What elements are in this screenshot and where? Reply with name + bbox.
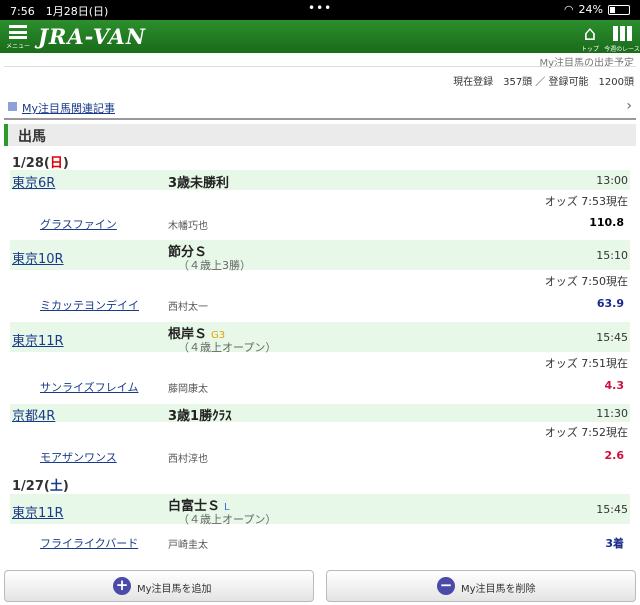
horse-link[interactable]: モアザンワンス bbox=[40, 449, 117, 465]
remove-favorite-label: My注目馬を削除 bbox=[461, 584, 536, 595]
race-venue-link[interactable]: 東京11R bbox=[12, 330, 64, 349]
add-favorite-label: My注目馬を追加 bbox=[137, 584, 212, 595]
square-icon bbox=[8, 102, 17, 111]
jra-van-logo[interactable]: JRA-VAN bbox=[38, 24, 146, 49]
odds-value: 4.3 bbox=[604, 379, 625, 392]
odds-value: 63.9 bbox=[596, 297, 624, 310]
race-time: 15:45 bbox=[596, 331, 628, 344]
columns-icon bbox=[604, 22, 640, 44]
race-row: 東京11R 白富士Ｓ L （４歳上オープン） 15:45 bbox=[10, 494, 630, 526]
race-name: 3歳1勝ｸﾗｽ bbox=[168, 409, 232, 424]
race-venue-link[interactable]: 東京10R bbox=[12, 248, 64, 267]
jockey-name: 木幡巧也 bbox=[168, 221, 208, 232]
race-time: 15:45 bbox=[596, 503, 628, 516]
status-right: ◠ 24% bbox=[564, 3, 630, 16]
app-header: メニュー JRA-VAN ⌂ トップ 今週のレース bbox=[0, 20, 640, 53]
related-articles-label: My注目馬関連記事 bbox=[22, 102, 115, 115]
hamburger-icon bbox=[9, 25, 27, 39]
horse-link[interactable]: グラスファイン bbox=[40, 216, 117, 232]
section-header: 出馬 bbox=[4, 124, 636, 146]
section-title: 出馬 bbox=[18, 129, 46, 145]
race-time: 11:30 bbox=[596, 407, 628, 420]
race-condition: （４歳上3勝） bbox=[178, 259, 251, 272]
odds-timestamp: オッズ 7:52現在 bbox=[544, 426, 628, 439]
weekly-races-button[interactable]: 今週のレース bbox=[604, 22, 640, 53]
race-row: 東京10R 節分Ｓ （４歳上3勝） 15:10 bbox=[10, 240, 630, 272]
minus-icon: − bbox=[437, 577, 455, 595]
odds-timestamp: オッズ 7:50現在 bbox=[544, 275, 628, 288]
jockey-name: 西村太一 bbox=[168, 302, 208, 313]
race-date: 1/27(土) bbox=[12, 479, 69, 494]
add-favorite-horse-button[interactable]: + My注目馬を追加 bbox=[4, 570, 314, 602]
race-row: 京都4R 3歳1勝ｸﾗｽ 11:30 bbox=[10, 404, 630, 424]
race-name: 3歳未勝利 bbox=[168, 176, 230, 191]
related-articles-link[interactable]: My注目馬関連記事 › bbox=[4, 96, 636, 120]
odds-value: 110.8 bbox=[589, 216, 624, 229]
jockey-name: 藤岡康太 bbox=[168, 384, 208, 395]
horse-link[interactable]: ミカッテヨンデイイ bbox=[40, 297, 139, 313]
races-label: 今週のレース bbox=[604, 46, 640, 53]
horse-link[interactable]: サンライズフレイム bbox=[40, 379, 138, 395]
race-result: 3着 bbox=[605, 537, 624, 550]
divider bbox=[4, 66, 636, 67]
race-time: 13:00 bbox=[596, 174, 628, 187]
race-condition: （４歳上オープン） bbox=[178, 513, 277, 526]
multitask-dots: ••• bbox=[308, 1, 333, 15]
horse-link[interactable]: フライライクバード bbox=[40, 535, 138, 551]
home-icon: ⌂ bbox=[583, 21, 597, 45]
odds-timestamp: オッズ 7:53現在 bbox=[544, 195, 628, 208]
race-venue-link[interactable]: 東京6R bbox=[12, 172, 55, 191]
battery-icon bbox=[608, 4, 630, 15]
wifi-icon: ◠ bbox=[563, 3, 574, 16]
race-venue-link[interactable]: 東京11R bbox=[12, 502, 64, 521]
race-condition: （４歳上オープン） bbox=[178, 341, 277, 354]
race-date: 1/28(日) bbox=[12, 156, 69, 171]
top-label: トップ bbox=[580, 46, 599, 53]
jockey-name: 戸崎圭太 bbox=[168, 540, 208, 551]
jockey-name: 西村淳也 bbox=[168, 454, 208, 465]
plus-icon: + bbox=[113, 577, 131, 595]
top-button[interactable]: ⌂ トップ bbox=[572, 21, 608, 53]
race-time: 15:10 bbox=[596, 249, 628, 262]
registration-count: 現在登録 357頭 ／ 登録可能 1200頭 bbox=[453, 77, 634, 88]
odds-timestamp: オッズ 7:51現在 bbox=[544, 357, 628, 370]
menu-button[interactable]: メニュー bbox=[6, 22, 30, 52]
chevron-right-icon: › bbox=[626, 98, 632, 114]
odds-value: 2.6 bbox=[604, 449, 625, 462]
race-row: 東京11R 根岸Ｓ G3 （４歳上オープン） 15:45 bbox=[10, 322, 630, 354]
battery-percent: 24% bbox=[578, 3, 603, 16]
remove-favorite-horse-button[interactable]: − My注目馬を削除 bbox=[326, 570, 636, 602]
menu-label: メニュー bbox=[6, 43, 31, 50]
status-time: 7:56 1月28日(日) bbox=[10, 5, 109, 18]
race-venue-link[interactable]: 京都4R bbox=[12, 405, 55, 424]
race-row: 東京6R 3歳未勝利 13:00 bbox=[10, 170, 630, 191]
status-bar: 7:56 1月28日(日) ••• ◠ 24% bbox=[0, 0, 640, 20]
